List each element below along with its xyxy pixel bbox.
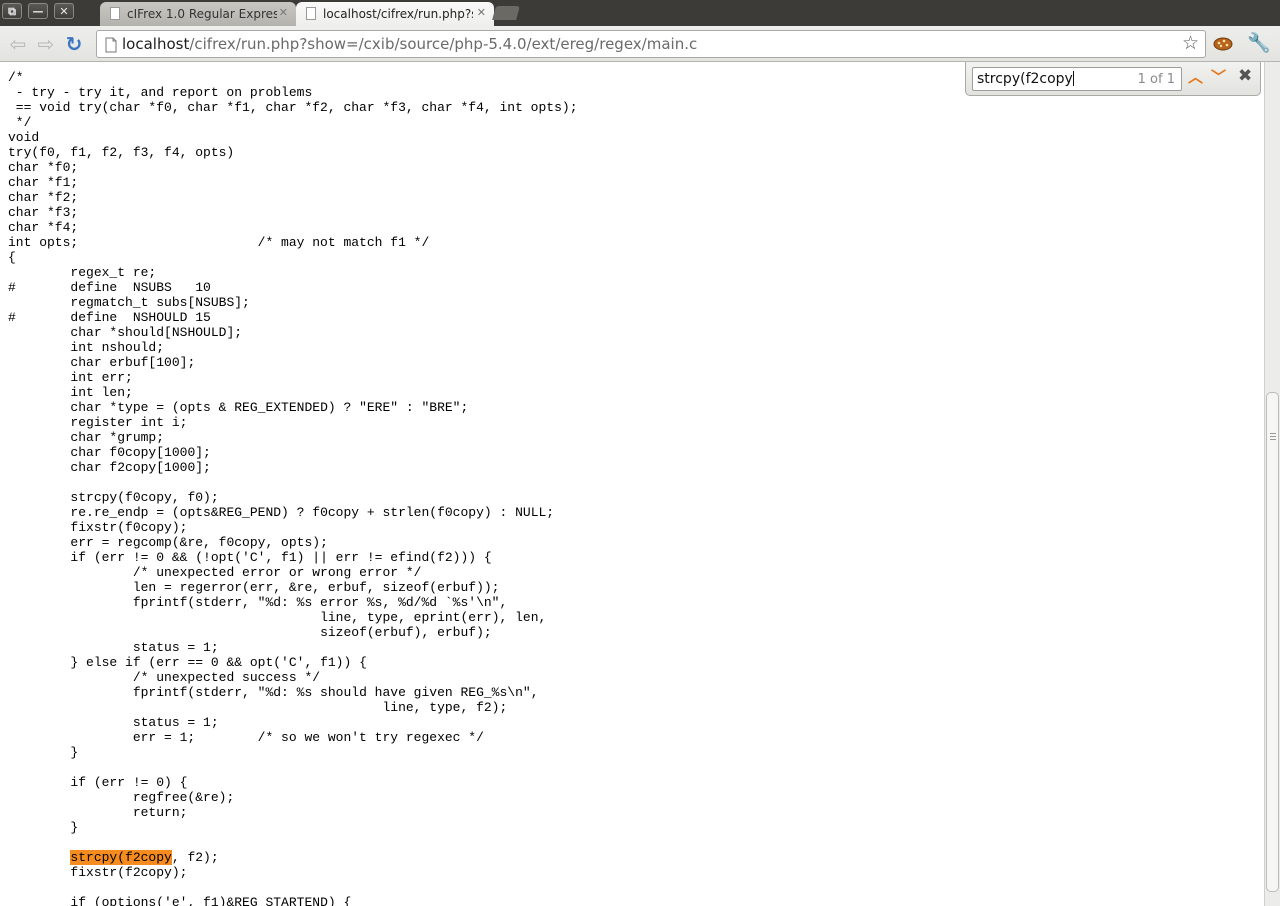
find-query: strcpy(f2copy [977,71,1073,87]
close-window-button[interactable]: ✕ [54,3,74,19]
tab-strip: ⧉ — ✕ cIFrex 1.0 Regular Express ✕ local… [0,0,1280,26]
tab-close-icon[interactable]: ✕ [279,6,288,19]
find-match-count: 1 of 1 [1137,72,1175,87]
page-content: /* - try - try it, and report on problem… [0,62,1264,906]
page-icon [306,7,316,20]
url-path: /cifrex/run.php?show=/cxib/source/php-5.… [189,35,698,53]
reload-button[interactable]: ↻ [62,32,86,56]
star-icon[interactable]: ☆ [1182,32,1199,54]
find-previous-icon[interactable]: ︿ [1188,66,1203,87]
url-text[interactable]: localhost/cifrex/run.php?show=/cxib/sour… [122,35,697,53]
url-host: localhost [122,35,190,53]
search-match-highlight: strcpy(f2copy [70,850,172,865]
tab-cifrex[interactable]: cIFrex 1.0 Regular Express ✕ [100,2,296,26]
extension-icon[interactable] [1213,35,1233,51]
source-code: /* - try - try it, and report on problem… [0,62,1264,906]
page-icon [105,37,117,53]
page-icon [110,7,120,20]
tab-title: localhost/cifrex/run.php?s [323,7,473,21]
scrollbar-thumb[interactable] [1266,392,1279,892]
code-before-match: /* - try - try it, and report on problem… [8,70,578,835]
tab-title: cIFrex 1.0 Regular Express [127,7,277,21]
find-input[interactable]: strcpy(f2copy 1 of 1 [972,67,1182,91]
back-button[interactable]: ⇦ [6,32,30,56]
forward-button[interactable]: ⇨ [34,32,58,56]
toolbar: ⇦ ⇨ ↻ localhost/cifrex/run.php?show=/cxi… [0,26,1280,62]
minimize-window-button[interactable]: — [28,3,48,19]
address-bar[interactable]: localhost/cifrex/run.php?show=/cxib/sour… [96,30,1206,58]
vertical-scrollbar[interactable] [1264,62,1280,906]
find-next-icon[interactable]: ﹀ [1211,66,1226,87]
tab-run-php[interactable]: localhost/cifrex/run.php?s ✕ [296,2,494,26]
tab-close-icon[interactable]: ✕ [477,6,486,19]
new-tab-button[interactable] [492,6,520,20]
restore-window-button[interactable]: ⧉ [2,3,22,19]
find-bar: strcpy(f2copy 1 of 1 ︿ ﹀ ✖ [965,62,1261,96]
wrench-icon[interactable]: 🔧 [1247,31,1271,54]
find-close-icon[interactable]: ✖ [1238,66,1252,86]
